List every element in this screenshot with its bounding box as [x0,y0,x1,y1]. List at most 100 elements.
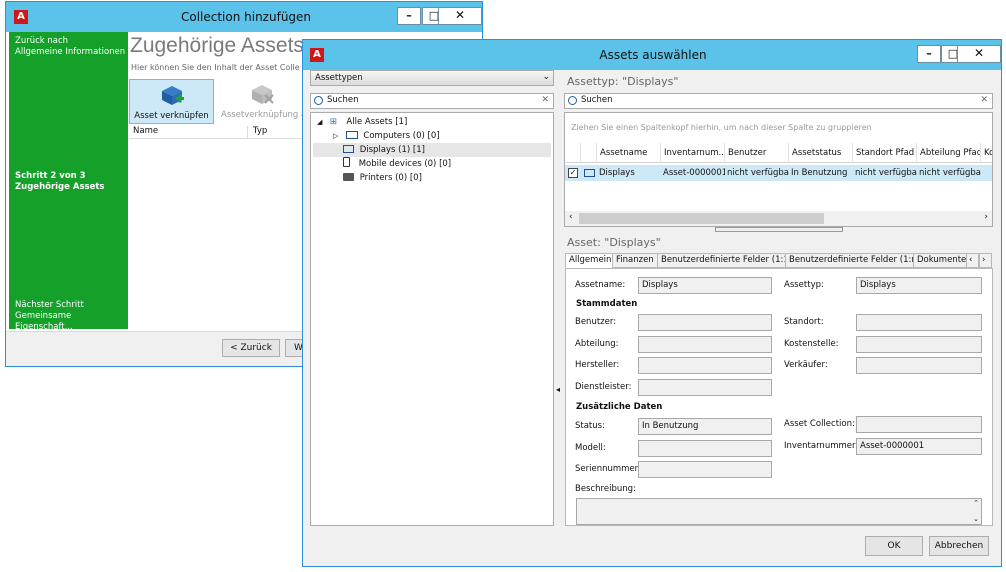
clear-search-icon[interactable]: ✕ [541,95,549,105]
verkaeufer-label: Verkäufer: [784,360,828,370]
close-button[interactable]: ✕ [438,7,482,25]
tree-label: Mobile devices (0) [0] [358,159,452,169]
pane-splitter[interactable]: ◂ [555,70,564,526]
asset-collection-field[interactable] [856,416,982,433]
chevron-down-icon: ⌄ [542,72,550,82]
computer-icon [345,131,358,139]
inventarnummer-label: Inventarnummer: [784,441,859,451]
column-typ[interactable]: Typ [253,126,267,136]
row-checkbox[interactable]: ✓ [568,168,578,178]
benutzer-field[interactable] [638,314,772,331]
tree-item-mobile-devices[interactable]: Mobile devices (0) [0] [343,157,451,171]
assettyp-field[interactable]: Displays [856,277,982,294]
tab-scroll-right-icon[interactable]: › [979,253,992,268]
scroll-down-icon[interactable]: ⌄ [973,515,979,523]
header-assetstatus[interactable]: Assetstatus [789,143,853,163]
unlink-asset-label: Assetverknüpfung a [221,110,307,120]
seriennummer-field[interactable] [638,461,772,478]
tree-item-displays[interactable]: Displays (1) [1] [313,143,551,157]
beschreibung-textarea[interactable]: ⌃ ⌄ [576,498,982,525]
column-name[interactable]: Name [133,126,158,136]
display-icon [584,169,595,177]
scroll-right-icon[interactable]: › [984,212,988,222]
tree-label: Displays (1) [1] [359,145,425,155]
header-assetname[interactable]: Assetname [597,143,661,163]
left-search-box[interactable]: Suchen ✕ [310,93,554,109]
tree-label: Computers (0) [0] [363,131,440,141]
unlink-asset-icon [252,85,274,104]
grid-resize-handle[interactable] [715,227,843,232]
ok-button[interactable]: OK [865,536,923,556]
asset-type-tree: ◢ ⊞ Alle Assets [1] ▷ Computers (0) [0] … [310,112,554,526]
beschreibung-label: Beschreibung: [575,484,636,494]
kostenstelle-label: Kostenstelle: [784,339,839,349]
tab-scroll-left-icon[interactable]: ‹ [966,253,979,268]
hersteller-label: Hersteller: [575,360,620,370]
asset-heading: Asset: "Displays" [567,236,661,249]
abteilung-field[interactable] [638,336,772,353]
cancel-button[interactable]: Abbrechen [929,536,989,556]
back-step-link[interactable]: Zurück nach Allgemeine Informationen [15,36,125,58]
header-benutzer[interactable]: Benutzer [725,143,789,163]
zusaetzliche-daten-heading: Zusätzliche Daten [576,402,663,412]
left-search-placeholder: Suchen [327,95,359,105]
tab-dokumente[interactable]: Dokumente [913,253,971,268]
grid-header-check [565,143,581,163]
current-step: Schritt 2 von 3 Zugehörige Assets [15,171,104,193]
wizard-sidebar: Zurück nach Allgemeine Informationen Sch… [9,32,128,332]
tree-label: Printers (0) [0] [359,173,422,183]
kostenstelle-field[interactable] [856,336,982,353]
collapse-arrow-icon[interactable]: ◢ [317,115,327,129]
tree-item-computers[interactable]: ▷ Computers (0) [0] [333,129,440,143]
cell-assetname: Displays [599,168,635,178]
back-step-line1: Zurück nach [15,36,69,46]
page-title: Zugehörige Assets [130,34,304,57]
scroll-up-icon[interactable]: ⌃ [973,499,979,507]
header-abteilung-pfad[interactable]: Abteilung Pfad [917,143,981,163]
link-asset-button[interactable]: Asset verknüpfen [129,79,214,124]
assets-title: Assets auswählen [599,48,707,62]
tab-custom-1-1[interactable]: Benutzerdefinierte Felder (1:1) [657,253,797,268]
modell-field[interactable] [638,440,772,457]
header-inventarnummer[interactable]: Inventarnum... [661,143,725,163]
dienstleister-field[interactable] [638,379,772,396]
table-row[interactable]: ✓ Displays Asset-0000001 nicht verfügbar… [565,165,992,181]
cell-abteilung-pfad: nicht verfügbar [919,168,981,178]
tab-custom-1-n[interactable]: Benutzerdefinierte Felder (1:n) [785,253,925,268]
horizontal-scrollbar[interactable]: ‹ › [565,211,992,226]
expand-arrow-icon[interactable]: ▷ [333,129,343,143]
seriennummer-label: Seriennummer: [575,464,641,474]
asset-types-select[interactable]: Assettypen ⌄ [310,70,554,86]
app-logo-icon: A [310,48,324,62]
tab-finanzen[interactable]: Finanzen [612,253,658,268]
scrollbar-thumb[interactable] [579,213,824,224]
hersteller-field[interactable] [638,357,772,374]
close-button[interactable]: ✕ [957,45,1001,63]
clear-search-icon[interactable]: ✕ [980,95,988,105]
status-field[interactable]: In Benutzung [638,418,772,435]
display-icon [343,145,354,153]
benutzer-label: Benutzer: [575,317,617,327]
minimize-button[interactable]: – [397,7,421,25]
minimize-button[interactable]: – [917,45,941,63]
assetname-field[interactable]: Displays [638,277,772,294]
tab-allgemein[interactable]: Allgemein [565,253,616,268]
right-search-box[interactable]: Suchen ✕ [564,93,993,109]
verkaeufer-field[interactable] [856,357,982,374]
header-standort-pfad[interactable]: Standort Pfad [853,143,917,163]
asset-types-select-label: Assettypen [315,73,363,83]
next-step-link[interactable]: Nächster Schritt Gemeinsame Eigenschaft.… [15,300,128,333]
scroll-left-icon[interactable]: ‹ [569,212,573,222]
page-subtitle: Hier können Sie den Inhalt der Asset Col… [131,63,300,72]
inventarnummer-field[interactable]: Asset-0000001 [856,438,982,455]
header-kostenstelle[interactable]: Ko [981,143,992,163]
stammdaten-heading: Stammdaten [576,299,638,309]
standort-field[interactable] [856,314,982,331]
asset-collection-label: Asset Collection: [784,419,855,429]
tree-item-all-assets[interactable]: ◢ ⊞ Alle Assets [1] [317,115,407,129]
modell-label: Modell: [575,443,606,453]
unlink-asset-button[interactable]: Assetverknüpfung a [218,79,308,124]
back-button[interactable]: < Zurück [222,339,280,357]
link-asset-label: Asset verknüpfen [134,111,209,121]
tree-item-printers[interactable]: Printers (0) [0] [343,171,422,185]
